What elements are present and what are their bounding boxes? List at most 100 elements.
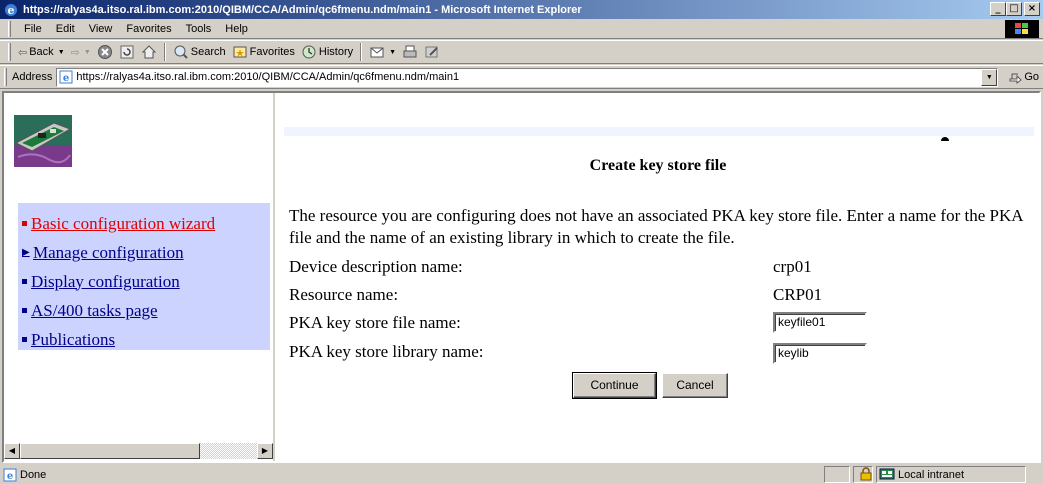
continue-button[interactable]: Continue bbox=[572, 372, 657, 399]
mail-icon bbox=[370, 47, 384, 58]
favorites-icon bbox=[233, 46, 247, 58]
edit-button[interactable] bbox=[421, 42, 443, 62]
scroll-right-icon[interactable]: ▶ bbox=[257, 443, 273, 459]
page-done-icon: e bbox=[3, 468, 17, 482]
print-button[interactable] bbox=[399, 42, 421, 62]
address-label: Address bbox=[12, 71, 53, 83]
horizontal-scrollbar[interactable]: ◀ ▶ bbox=[4, 443, 273, 459]
resource-value: CRP01 bbox=[773, 285, 823, 304]
resource-label: Resource name: bbox=[289, 285, 399, 304]
search-icon bbox=[174, 45, 188, 59]
cancel-button[interactable]: Cancel bbox=[662, 373, 728, 398]
window-title: https://ralyas4a.itso.ral.ibm.com:2010/Q… bbox=[23, 3, 582, 16]
ie-icon: e bbox=[3, 2, 19, 18]
toolbar-grip[interactable] bbox=[8, 43, 11, 61]
lock-icon bbox=[860, 467, 874, 484]
address-dropdown-icon[interactable]: ▼ bbox=[981, 68, 998, 86]
menu-help[interactable]: Help bbox=[218, 23, 255, 35]
library-name-label: PKA key store library name: bbox=[289, 342, 484, 361]
maximize-button[interactable]: □ bbox=[1006, 2, 1022, 16]
back-button[interactable]: ⇦ Back ▼ bbox=[15, 42, 68, 62]
page-title: Create key store file bbox=[589, 157, 727, 174]
status-text: Done bbox=[20, 468, 47, 481]
history-label: History bbox=[318, 46, 354, 58]
home-icon bbox=[141, 45, 156, 59]
nav-as400-tasks-page[interactable]: AS/400 tasks page bbox=[18, 296, 270, 325]
header-band bbox=[284, 127, 1034, 136]
nav-display-configuration[interactable]: Display configuration bbox=[18, 267, 270, 296]
mail-button[interactable]: ▼ bbox=[366, 42, 399, 62]
menubar-grip[interactable] bbox=[8, 20, 11, 37]
forward-dropdown-icon[interactable]: ▼ bbox=[84, 49, 91, 56]
expand-triangle-icon[interactable]: ▶ bbox=[22, 247, 30, 258]
nav-label: Basic configuration wizard bbox=[31, 213, 216, 233]
bullet-icon bbox=[22, 337, 27, 342]
menu-tools[interactable]: Tools bbox=[179, 23, 219, 35]
windows-logo-icon bbox=[1005, 20, 1039, 38]
home-button[interactable] bbox=[138, 42, 160, 62]
history-button[interactable]: History bbox=[298, 42, 356, 62]
address-url: https://ralyas4a.itso.ral.ibm.com:2010/Q… bbox=[76, 71, 460, 83]
svg-text:e: e bbox=[8, 4, 15, 17]
device-label: Device description name: bbox=[289, 257, 463, 276]
svg-text:e: e bbox=[7, 471, 13, 482]
header-decoration bbox=[941, 137, 949, 141]
edit-icon bbox=[425, 46, 438, 58]
refresh-button[interactable] bbox=[116, 42, 138, 62]
refresh-icon bbox=[120, 45, 134, 59]
page-description: The resource you are configuring does no… bbox=[289, 206, 1023, 247]
stop-button[interactable] bbox=[94, 42, 116, 62]
back-dropdown-icon[interactable]: ▼ bbox=[58, 49, 65, 56]
search-label: Search bbox=[190, 46, 226, 58]
file-name-input[interactable]: keyfile01 bbox=[773, 312, 867, 333]
favorites-button[interactable]: Favorites bbox=[229, 42, 298, 62]
search-button[interactable]: Search bbox=[170, 42, 229, 62]
scrollbar-track[interactable] bbox=[200, 443, 257, 459]
close-button[interactable]: × bbox=[1024, 2, 1040, 16]
file-name-label: PKA key store file name: bbox=[289, 313, 461, 332]
library-name-input[interactable]: keylib bbox=[773, 343, 867, 364]
menu-file[interactable]: File bbox=[17, 23, 49, 35]
nav-publications[interactable]: Publications bbox=[18, 325, 270, 354]
menu-edit[interactable]: Edit bbox=[49, 23, 82, 35]
go-label: Go bbox=[1024, 71, 1040, 83]
intranet-icon bbox=[879, 468, 895, 479]
mail-dropdown-icon[interactable]: ▼ bbox=[389, 49, 396, 56]
nav-basic-configuration-wizard[interactable]: Basic configuration wizard bbox=[18, 209, 270, 238]
crypto-card-logo bbox=[14, 115, 72, 167]
toolbar-separator bbox=[360, 43, 363, 61]
forward-button[interactable]: ⇨ ▼ bbox=[68, 42, 94, 62]
favorites-label: Favorites bbox=[249, 46, 295, 58]
title-bar: e https://ralyas4a.itso.ral.ibm.com:2010… bbox=[0, 0, 1043, 19]
go-arrow-icon bbox=[1009, 73, 1023, 84]
scrollbar-thumb[interactable] bbox=[20, 443, 200, 459]
addressbar-grip[interactable] bbox=[4, 68, 7, 86]
minimize-button[interactable]: _ bbox=[990, 2, 1006, 16]
back-label: Back bbox=[29, 46, 54, 58]
status-panel bbox=[824, 466, 850, 483]
go-button[interactable]: Go bbox=[1008, 70, 1039, 84]
menu-view[interactable]: View bbox=[82, 23, 120, 35]
address-bar: Address e https://ralyas4a.itso.ral.ibm.… bbox=[0, 65, 1043, 89]
nav-label: Manage configuration bbox=[33, 242, 184, 262]
standard-toolbar: ⇦ Back ▼ ⇨ ▼ Search Favorites History ▼ bbox=[0, 40, 1043, 64]
zone-label: Local intranet bbox=[898, 468, 965, 481]
toolbar-separator bbox=[163, 43, 166, 61]
device-value: crp01 bbox=[773, 257, 812, 276]
navigation-frame: Basic configuration wizard ▶ Manage conf… bbox=[4, 93, 275, 461]
nav-manage-configuration[interactable]: ▶ Manage configuration bbox=[18, 238, 270, 267]
menu-bar: File Edit View Favorites Tools Help bbox=[0, 19, 1043, 39]
browser-viewport: Basic configuration wizard ▶ Manage conf… bbox=[2, 91, 1041, 463]
page-icon: e bbox=[59, 70, 73, 84]
status-bar: e Done Local intranet bbox=[0, 465, 1043, 484]
stop-icon bbox=[97, 45, 112, 59]
print-icon bbox=[403, 45, 417, 58]
bullet-icon bbox=[22, 221, 27, 226]
menu-favorites[interactable]: Favorites bbox=[119, 23, 178, 35]
svg-text:e: e bbox=[63, 73, 69, 84]
address-input[interactable]: e https://ralyas4a.itso.ral.ibm.com:2010… bbox=[56, 67, 999, 87]
nav-label: Publications bbox=[31, 329, 116, 349]
bullet-icon bbox=[22, 308, 27, 313]
nav-menu: Basic configuration wizard ▶ Manage conf… bbox=[18, 203, 270, 350]
scroll-left-icon[interactable]: ◀ bbox=[4, 443, 20, 459]
